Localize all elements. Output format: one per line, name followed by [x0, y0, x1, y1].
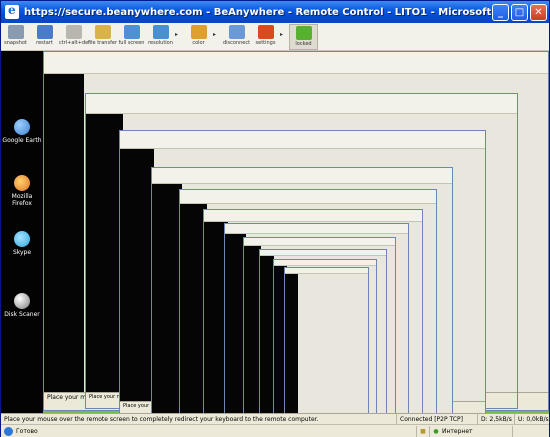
nested-desktop-sidebar — [120, 149, 154, 401]
nested-toolbar — [244, 238, 395, 246]
nested-desktop-sidebar — [86, 114, 123, 392]
desktop-item-disk-scaner[interactable]: Disk Scaner — [1, 293, 43, 318]
nested-desktop-sidebar — [285, 274, 298, 425]
maximize-button[interactable]: □ — [511, 3, 528, 21]
restart-button[interactable]: restart — [30, 24, 59, 50]
remote-desktop-sidebar: Google Earth Mozilla Firefox Skype Disk … — [1, 51, 43, 413]
ie-zone-text: Интернет — [442, 427, 473, 435]
keyboard-icon — [65, 25, 82, 39]
remote-toolbar: snapshot restart ctrl+alt+del file trans… — [1, 23, 549, 51]
globe-icon: ● — [433, 427, 439, 435]
nested-toolbar — [204, 210, 422, 222]
locked-button[interactable]: locked — [289, 24, 318, 50]
status-message: Place your mouse over the remote screen … — [4, 415, 319, 423]
nested-toolbar — [152, 168, 452, 184]
nested-desktop-sidebar — [152, 184, 182, 415]
firefox-icon — [14, 175, 30, 191]
upload-speed: U: 0,0kB/s — [518, 415, 549, 423]
skype-icon — [14, 231, 30, 247]
nested-desktop-sidebar — [260, 256, 274, 425]
desktop-item-firefox[interactable]: Mozilla Firefox — [1, 175, 43, 207]
ie-page-icon — [4, 426, 13, 436]
chevron-down-icon[interactable]: ▸ — [175, 31, 178, 38]
camera-icon — [7, 25, 24, 39]
monitor-icon — [123, 25, 140, 39]
remote-status-bar: Place your mouse over the remote screen … — [1, 413, 549, 425]
disk-scanner-icon — [14, 293, 30, 309]
restart-icon — [36, 25, 53, 39]
nested-toolbar — [274, 260, 376, 266]
remote-screen[interactable]: Place your mouse over the remote screen … — [1, 51, 549, 431]
desktop-item-google-earth[interactable]: Google Earth — [1, 119, 43, 144]
ie-status-bar: Готово ■ ● Интернет — [1, 424, 549, 437]
google-earth-icon — [14, 119, 30, 135]
nested-toolbar — [180, 190, 436, 204]
snapshot-button[interactable]: snapshot — [1, 24, 30, 50]
nested-remote-frame — [284, 267, 369, 431]
nested-toolbar — [225, 224, 408, 234]
lock-icon: ■ — [420, 427, 426, 435]
palette-icon — [190, 25, 207, 39]
title-bar: https://secure.beanywhere.com - BeAnywhe… — [1, 1, 549, 23]
ie-logo-icon — [5, 3, 19, 19]
chevron-down-icon[interactable]: ▸ — [213, 31, 216, 38]
nested-toolbar — [44, 52, 548, 74]
minimize-button[interactable]: _ — [492, 3, 509, 21]
nested-toolbar — [86, 94, 517, 114]
full-screen-button[interactable]: full screen — [117, 24, 146, 50]
nested-toolbar — [260, 250, 386, 256]
download-speed: D: 2,5kB/s — [481, 415, 512, 423]
ctrl-alt-del-button[interactable]: ctrl+alt+del — [59, 24, 90, 50]
resolution-icon — [152, 25, 169, 39]
browser-window: https://secure.beanywhere.com - BeAnywhe… — [0, 0, 550, 437]
folder-transfer-icon — [94, 25, 111, 39]
disconnect-button[interactable]: disconnect — [222, 24, 251, 50]
nested-toolbar — [120, 131, 485, 149]
nested-desktop-sidebar — [44, 74, 84, 392]
window-title: https://secure.beanywhere.com - BeAnywhe… — [24, 6, 492, 18]
connection-status: Connected [P2P TCP] — [400, 415, 463, 423]
settings-button[interactable]: settings ▸ — [251, 24, 283, 50]
lock-icon — [295, 26, 312, 40]
chevron-down-icon[interactable]: ▸ — [280, 31, 283, 38]
disconnect-icon — [228, 25, 245, 39]
close-button[interactable]: ✕ — [530, 3, 547, 21]
color-button[interactable]: color ▸ — [184, 24, 216, 50]
gear-icon — [257, 25, 274, 39]
file-transfer-button[interactable]: file transfer — [88, 24, 117, 50]
resolution-button[interactable]: resolution ▸ — [146, 24, 178, 50]
ie-done-text: Готово — [16, 427, 38, 435]
desktop-item-skype[interactable]: Skype — [1, 231, 43, 256]
